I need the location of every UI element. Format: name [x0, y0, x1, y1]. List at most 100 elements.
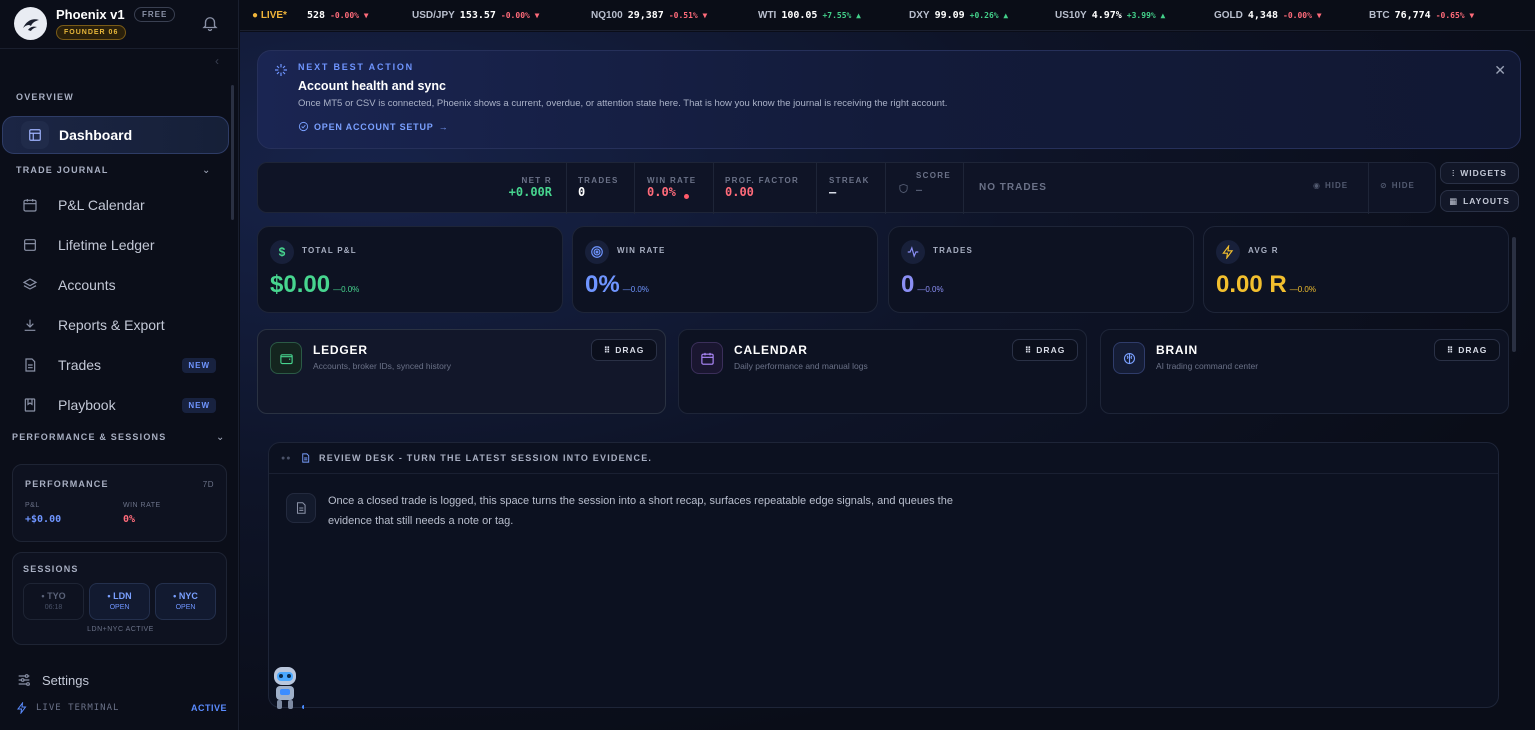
bell-icon[interactable]: [201, 14, 219, 32]
brain-icon: [1113, 342, 1145, 374]
divider: [634, 163, 635, 214]
ticker-item[interactable]: US10Y 4.97% +3.99% ▲: [1055, 10, 1165, 21]
layouts-button[interactable]: ▦ LAYOUTS: [1440, 190, 1519, 212]
sidebar-item-lifetime-ledger[interactable]: Lifetime Ledger: [0, 226, 230, 264]
ticker-item[interactable]: USD/JPY 153.57 -0.00% ▼: [412, 10, 539, 21]
stat-streak: STREAK —: [829, 163, 884, 214]
ticker-item[interactable]: 528 -0.00% ▼: [307, 10, 369, 21]
kpi-delta: —0.0%: [333, 285, 360, 294]
ticker-item[interactable]: BTC 76,774 -0.65% ▼: [1369, 10, 1474, 21]
sidebar-scrollbar[interactable]: [231, 85, 234, 220]
stat-score: SCORE —: [898, 163, 963, 214]
ticker-item[interactable]: WTI 100.05 +7.55% ▲: [758, 10, 861, 21]
collapse-sidebar-icon[interactable]: ‹: [215, 54, 219, 68]
close-icon[interactable]: ✕: [1494, 62, 1506, 79]
kpi-value: 0%: [585, 271, 620, 298]
sidebar-item-playbook[interactable]: Playbook NEW: [0, 386, 230, 424]
divider: [885, 163, 886, 214]
ticker-item[interactable]: GOLD 4,348 -0.00% ▼: [1214, 10, 1322, 21]
session-chip-ldn[interactable]: • LDN OPEN: [89, 583, 150, 620]
sidebar-item-reports-export[interactable]: Reports & Export: [0, 306, 230, 344]
hide-button[interactable]: ◉ HIDE: [1313, 181, 1348, 190]
widget-title: CALENDAR: [734, 343, 808, 357]
sidebar-item-dashboard[interactable]: Dashboard: [2, 116, 229, 154]
ticker-symbol: USD/JPY: [412, 10, 455, 21]
drag-label: DRAG: [615, 345, 645, 355]
sessions-footer: LDN+NYC ACTIVE: [87, 626, 154, 633]
sidebar-item-trades[interactable]: Trades NEW: [0, 346, 230, 384]
winrate-label: WIN RATE: [123, 502, 161, 509]
hide-button[interactable]: ⊘ HIDE: [1380, 181, 1415, 190]
widget-brain[interactable]: BRAIN AI trading command center ⠿ DRAG: [1100, 329, 1509, 414]
sidebar-item-label: Dashboard: [59, 127, 133, 143]
main-scrollbar[interactable]: [1512, 237, 1516, 352]
sliders-icon: ⫶: [1452, 167, 1456, 178]
widget-ledger[interactable]: LEDGER Accounts, broker IDs, synced hist…: [257, 329, 666, 414]
ticker-item[interactable]: NQ100 29,387 -0.51% ▼: [591, 10, 707, 21]
session-name: • TYO: [41, 591, 66, 601]
live-terminal[interactable]: LIVE TERMINAL: [16, 701, 119, 715]
divider: [566, 163, 567, 214]
eye-icon: ◉: [1313, 181, 1321, 190]
drag-label: DRAG: [1458, 345, 1488, 355]
terminal-status: ACTIVE: [191, 703, 228, 713]
widgets-button[interactable]: ⫶ WIDGETS: [1440, 162, 1519, 184]
session-status: 06:18: [44, 604, 63, 611]
ticker-change: -0.00% ▼: [330, 11, 369, 20]
sidebar-item-label: Reports & Export: [58, 317, 165, 333]
performance-range[interactable]: 7D: [203, 480, 214, 489]
dollar-icon: $: [270, 240, 294, 264]
nba-description: Once MT5 or CSV is connected, Phoenix sh…: [298, 98, 948, 109]
bolt-icon: [1216, 240, 1240, 264]
check-circle-icon: [298, 121, 309, 132]
stat-value: 0.0%: [647, 185, 676, 199]
download-icon: [24, 319, 36, 331]
open-account-setup-link[interactable]: OPEN ACCOUNT SETUP →: [298, 121, 448, 132]
drag-handle[interactable]: ⠿ DRAG: [1012, 339, 1078, 361]
drag-grip-icon: ⠿: [1446, 344, 1455, 355]
ticker-price: 4.97%: [1091, 10, 1122, 21]
session-chip-tyo[interactable]: • TYO 06:18: [23, 583, 84, 620]
overview-label: OVERVIEW: [16, 92, 74, 102]
document-icon: [25, 358, 36, 372]
session-name: • LDN: [107, 591, 132, 601]
session-status: OPEN: [175, 604, 196, 611]
sidebar-item-label: P&L Calendar: [58, 197, 145, 213]
sliders-icon: [18, 674, 30, 686]
widget-calendar[interactable]: CALENDAR Daily performance and manual lo…: [678, 329, 1087, 414]
chevron-down-icon[interactable]: ⌄: [216, 432, 224, 443]
divider: [713, 163, 714, 214]
ticker-price: 4,348: [1247, 10, 1278, 21]
stat-trades: TRADES 0: [578, 163, 638, 214]
sidebar-item-pnl-calendar[interactable]: P&L Calendar: [0, 186, 230, 224]
ticker-symbol: US10Y: [1055, 10, 1087, 21]
ticker-change: -0.51% ▼: [668, 11, 708, 20]
chevron-down-icon[interactable]: ⌄: [202, 165, 210, 176]
stat-label: TRADES: [578, 176, 619, 185]
kpi-value-group: 0% —0.0%: [585, 271, 649, 299]
brand[interactable]: Phoenix v1 FREE FOUNDER 06: [14, 7, 224, 43]
kpi-value: 0.00 R: [1216, 271, 1287, 298]
widgets-label: WIDGETS: [1460, 168, 1507, 178]
sidebar-item-label: Accounts: [58, 277, 116, 293]
winrate-value: 0%: [123, 514, 136, 525]
grid-icon: ▦: [1449, 195, 1459, 206]
sidebar-item-label: Lifetime Ledger: [58, 237, 155, 253]
session-chip-nyc[interactable]: • NYC OPEN: [155, 583, 216, 620]
drag-handle[interactable]: ⠿ DRAG: [591, 339, 657, 361]
ticker-change: -0.00% ▼: [1283, 11, 1322, 20]
document-icon: [286, 493, 316, 523]
sidebar-item-settings[interactable]: Settings: [16, 670, 89, 690]
target-icon: [585, 240, 609, 264]
ticker-item[interactable]: DXY 99.09 +0.26% ▲: [909, 10, 1008, 21]
ticker-change: -0.65% ▼: [1435, 11, 1475, 20]
sidebar-item-accounts[interactable]: Accounts: [0, 266, 230, 304]
widget-subtitle: Accounts, broker IDs, synced history: [313, 361, 451, 371]
divider: [963, 163, 964, 214]
drag-dots-icon[interactable]: ●●: [281, 455, 291, 462]
robot-assistant-icon[interactable]: [266, 663, 306, 713]
sidebar-item-label: Playbook: [58, 397, 116, 413]
drag-handle[interactable]: ⠿ DRAG: [1434, 339, 1500, 361]
ticker-price: 99.09: [934, 10, 965, 21]
hide-label: HIDE: [1324, 181, 1349, 190]
